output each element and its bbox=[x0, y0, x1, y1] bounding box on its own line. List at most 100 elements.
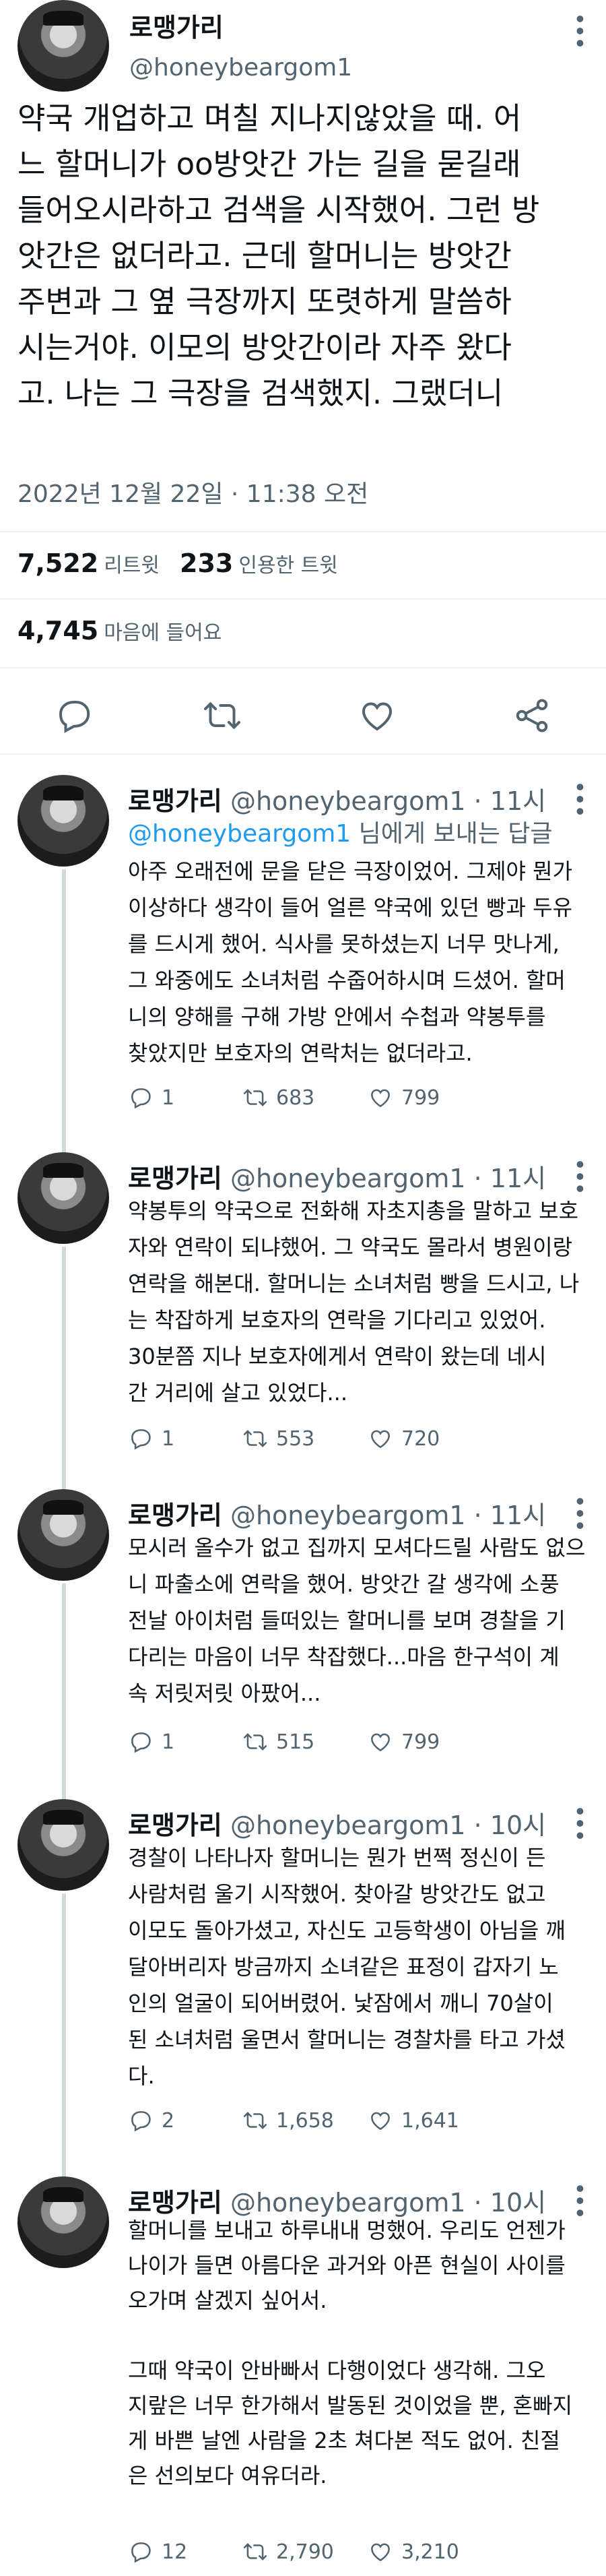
retweet-button[interactable]: 515 bbox=[242, 1729, 314, 1755]
retweet-count: 553 bbox=[276, 1426, 315, 1451]
reply-time[interactable]: · 11시 bbox=[474, 1164, 546, 1193]
like-count: 720 bbox=[401, 1426, 440, 1451]
more-icon[interactable]: ••• bbox=[566, 12, 593, 49]
reply-count: 2 bbox=[162, 2108, 175, 2133]
more-icon[interactable]: ••• bbox=[566, 1158, 593, 1194]
reply-icon bbox=[131, 1732, 151, 1753]
like-count[interactable]: 4,745 bbox=[18, 616, 98, 646]
reply-header: 로맹가리 @honeybeargom1 · 11시 bbox=[128, 1495, 546, 1532]
like-count: 799 bbox=[401, 1086, 440, 1110]
reply-actions: 1 515 799 bbox=[128, 1729, 593, 1763]
retweet-button[interactable]: 1,658 bbox=[242, 2108, 334, 2133]
reply-icon bbox=[131, 1429, 151, 1450]
more-icon[interactable]: ••• bbox=[566, 780, 593, 817]
retweet-count: 683 bbox=[276, 1086, 315, 1110]
author-handle[interactable]: @honeybeargom1 bbox=[230, 786, 466, 816]
reply-header: 로맹가리 @honeybeargom1 · 11시 bbox=[128, 780, 546, 817]
like-count: 1,641 bbox=[401, 2108, 459, 2133]
retweet-icon bbox=[243, 1733, 267, 1751]
like-count: 3,210 bbox=[401, 2540, 459, 2564]
reply-icon bbox=[131, 2111, 151, 2132]
reply-actions: 1 683 799 bbox=[128, 1085, 593, 1119]
divider bbox=[0, 753, 606, 755]
retweet-count: 2,790 bbox=[276, 2540, 334, 2564]
avatar[interactable] bbox=[18, 0, 109, 92]
reply-time[interactable]: · 11시 bbox=[474, 1501, 546, 1530]
avatar[interactable] bbox=[18, 775, 109, 867]
heart-icon bbox=[371, 1089, 390, 1108]
heart-icon bbox=[371, 1430, 390, 1449]
heart-icon bbox=[371, 2112, 390, 2131]
author-handle[interactable]: @honeybeargom1 bbox=[230, 1164, 466, 1193]
retweet-count[interactable]: 7,522 bbox=[18, 548, 98, 578]
reply-time[interactable]: · 11시 bbox=[474, 786, 546, 816]
more-icon[interactable]: ••• bbox=[566, 1495, 593, 1531]
avatar[interactable] bbox=[18, 1799, 109, 1891]
author-name[interactable]: 로맹가리 bbox=[129, 7, 224, 44]
more-icon[interactable]: ••• bbox=[566, 1804, 593, 1841]
reply-text: 모시러 올수가 없고 집까지 모셔다드릴 사람도 없으 니 파출소에 연락을 했… bbox=[128, 1535, 586, 1706]
quote-label[interactable]: 인용한 트윗 bbox=[238, 554, 338, 577]
retweet-count: 1,658 bbox=[276, 2108, 334, 2133]
author-handle[interactable]: @honeybeargom1 bbox=[129, 54, 352, 82]
author-name[interactable]: 로맹가리 bbox=[128, 1164, 222, 1193]
like-button[interactable]: 799 bbox=[368, 1729, 440, 1755]
reply-to-suffix: 님에게 보내는 답글 bbox=[351, 820, 553, 848]
tweet-timestamp[interactable]: 2022년 12월 22일 · 11:38 오전 bbox=[18, 474, 368, 509]
thread-line bbox=[62, 1583, 66, 1806]
tweet-action-bar bbox=[0, 687, 606, 748]
reply-to-handle[interactable]: @honeybeargom1 bbox=[128, 820, 351, 848]
reply-actions: 2 1,658 1,641 bbox=[128, 2108, 593, 2141]
reply-button[interactable]: 2 bbox=[128, 2108, 174, 2133]
retweet-label[interactable]: 리트윗 bbox=[104, 554, 160, 577]
reply-text: 약봉투의 약국으로 전화해 자초지총을 말하고 보호 자와 연락이 되냐했어. … bbox=[128, 1198, 580, 1406]
like-button[interactable]: 3,210 bbox=[368, 2539, 459, 2565]
retweet-button[interactable]: 683 bbox=[242, 1085, 314, 1110]
author-handle[interactable]: @honeybeargom1 bbox=[230, 1501, 466, 1530]
reply-icon bbox=[131, 2542, 151, 2563]
like-button[interactable]: 1,641 bbox=[368, 2108, 459, 2133]
like-button[interactable]: 799 bbox=[368, 1085, 440, 1110]
retweet-stats: 7,522 리트윗 233 인용한 트윗 bbox=[18, 548, 358, 578]
retweet-icon bbox=[243, 1089, 267, 1106]
avatar[interactable] bbox=[18, 2176, 109, 2268]
reply-text: 경찰이 나타나자 할머니는 뭔가 번쩍 정신이 든 사람처럼 울기 시작했어. … bbox=[128, 1845, 566, 2089]
retweet-count: 515 bbox=[276, 1730, 315, 1754]
author-name[interactable]: 로맹가리 bbox=[128, 786, 222, 816]
avatar[interactable] bbox=[18, 1489, 109, 1581]
author-name[interactable]: 로맹가리 bbox=[128, 1811, 222, 1840]
retweet-button[interactable]: 553 bbox=[242, 1426, 314, 1451]
thread-line bbox=[62, 1247, 66, 1503]
reply-time[interactable]: · 10시 bbox=[474, 1811, 546, 1840]
author-handle[interactable]: @honeybeargom1 bbox=[230, 1811, 466, 1840]
quote-count[interactable]: 233 bbox=[180, 548, 233, 578]
reply-to-line: @honeybeargom1 님에게 보내는 답글 bbox=[128, 814, 553, 849]
retweet-icon[interactable] bbox=[202, 695, 242, 736]
avatar[interactable] bbox=[18, 1152, 109, 1244]
reply-actions: 12 2,790 3,210 bbox=[128, 2539, 593, 2573]
tweet-text: 약국 개업하고 며칠 지나지않았을 때. 어 느 할머니가 oo방앗간 가는 길… bbox=[18, 100, 540, 411]
author-name[interactable]: 로맹가리 bbox=[128, 1501, 222, 1530]
like-label[interactable]: 마음에 들어요 bbox=[104, 621, 222, 645]
reply-icon[interactable] bbox=[54, 695, 94, 736]
divider bbox=[0, 598, 606, 600]
reply-button[interactable]: 1 bbox=[128, 1426, 174, 1451]
share-icon[interactable] bbox=[512, 695, 552, 736]
heart-icon[interactable] bbox=[357, 695, 397, 736]
reply-button[interactable]: 1 bbox=[128, 1729, 174, 1755]
reply-button[interactable]: 12 bbox=[128, 2539, 187, 2565]
reply-button[interactable]: 1 bbox=[128, 1085, 174, 1110]
reply-text: 아주 오래전에 문을 닫은 극장이었어. 그제야 뭔가 이상하다 생각이 들어 … bbox=[128, 858, 573, 1066]
reply-text: 할머니를 보내고 하루내내 멍했어. 우리도 언젠가 나이가 들면 아름다운 과… bbox=[128, 2218, 573, 2488]
like-button[interactable]: 720 bbox=[368, 1426, 440, 1451]
reply-header: 로맹가리 @honeybeargom1 · 11시 bbox=[128, 1158, 546, 1195]
reply-count: 1 bbox=[162, 1426, 175, 1451]
reply-actions: 1 553 720 bbox=[128, 1426, 593, 1459]
retweet-button[interactable]: 2,790 bbox=[242, 2539, 334, 2565]
retweet-icon bbox=[243, 2112, 267, 2129]
reply-count: 12 bbox=[162, 2540, 188, 2564]
retweet-icon bbox=[243, 2543, 267, 2561]
heart-icon bbox=[371, 2543, 390, 2562]
reply-count: 1 bbox=[162, 1730, 175, 1754]
retweet-icon bbox=[243, 1430, 267, 1447]
